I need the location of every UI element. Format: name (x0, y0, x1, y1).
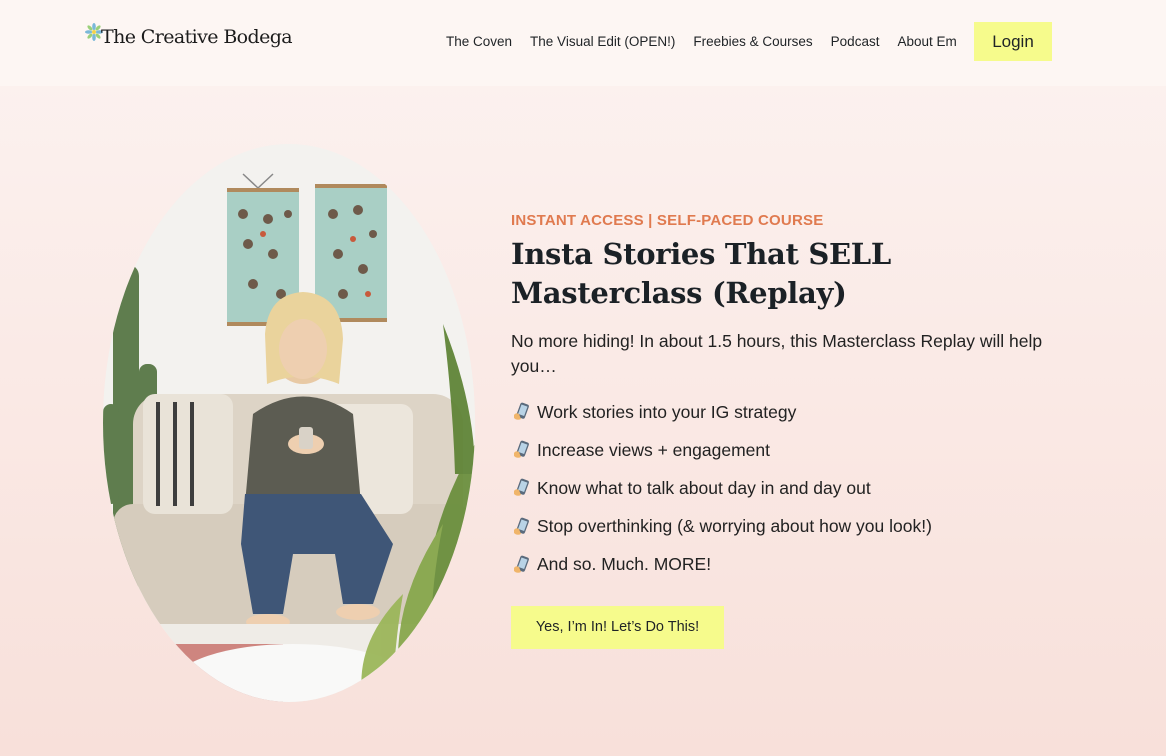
nav-item-the-visual-edit[interactable]: The Visual Edit (OPEN!) (521, 34, 684, 49)
list-item: Know what to talk about day in and day o… (511, 469, 1051, 507)
nav-item-podcast[interactable]: Podcast (822, 34, 889, 49)
list-item: And so. Much. MORE! (511, 546, 1051, 584)
bullet-text: Increase views + engagement (537, 439, 770, 460)
hero-photo (103, 144, 475, 702)
bullet-text: Work stories into your IG strategy (537, 401, 797, 422)
list-item: Work stories into your IG strategy (511, 393, 1051, 431)
hero-content: INSTANT ACCESS | SELF-PACED COURSE Insta… (511, 212, 1051, 649)
list-item: Increase views + engagement (511, 431, 1051, 469)
intro-text: No more hiding! In about 1.5 hours, this… (511, 331, 1043, 376)
phone-icon (514, 479, 529, 497)
nav-item-about-em[interactable]: About Em (888, 34, 965, 49)
logo-text: The Creative Bodega (101, 26, 299, 48)
bullet-text: And so. Much. MORE! (537, 554, 712, 575)
main-nav: The Coven The Visual Edit (OPEN!) Freebi… (437, 22, 966, 61)
nav-item-the-coven[interactable]: The Coven (437, 34, 521, 49)
phone-icon (514, 555, 529, 573)
page-title: Insta Stories That SELL Masterclass (Rep… (511, 237, 891, 310)
login-button[interactable]: Login (974, 22, 1052, 61)
bullet-text: Know what to talk about day in and day o… (537, 477, 871, 498)
woman-on-couch-illustration (103, 144, 475, 702)
site-header: The Creative Bodega The Coven The Visual… (0, 0, 1166, 86)
list-item: Stop overthinking (& worrying about how … (511, 508, 1051, 546)
logo[interactable]: The Creative Bodega (85, 22, 299, 52)
benefit-list: Work stories into your IG strategy Incre… (511, 393, 1051, 584)
phone-icon (514, 517, 529, 535)
bullet-text: Stop overthinking (& worrying about how … (537, 516, 932, 537)
phone-icon (514, 402, 529, 420)
cta-button[interactable]: Yes, I’m In! Let’s Do This! (511, 605, 724, 649)
nav-item-freebies-courses[interactable]: Freebies & Courses (684, 34, 821, 49)
phone-icon (514, 440, 529, 459)
eyebrow-label: INSTANT ACCESS | SELF-PACED COURSE (511, 212, 824, 229)
